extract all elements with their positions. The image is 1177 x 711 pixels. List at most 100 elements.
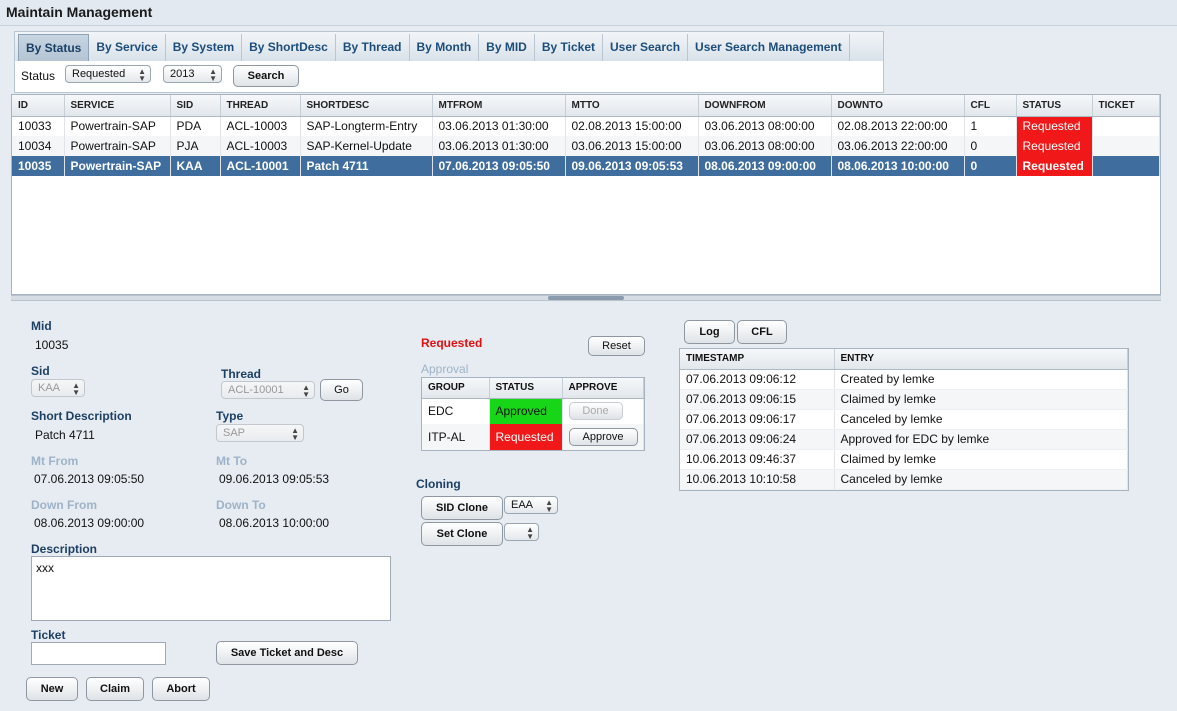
tab-by-status[interactable]: By Status xyxy=(18,34,90,61)
downfrom-value: 08.06.2013 09:00:00 xyxy=(34,516,145,530)
cell-service: Powertrain-SAP xyxy=(64,136,171,156)
approve-button[interactable]: Approve xyxy=(568,428,638,446)
cell-timestamp: 07.06.2013 09:06:15 xyxy=(680,389,835,410)
set-clone-select[interactable]: ▲ ▼ xyxy=(504,523,539,541)
status-select[interactable]: Requested ▲ ▼ xyxy=(65,65,151,83)
search-button[interactable]: Search xyxy=(233,65,299,87)
new-button[interactable]: New xyxy=(26,677,78,701)
cell-entry: Claimed by lemke xyxy=(834,389,1128,410)
mid-value: 10035 xyxy=(35,338,69,352)
select-arrows-icon: ▲ ▼ xyxy=(138,67,146,83)
cell-id: 10034 xyxy=(12,136,65,156)
cell-timestamp: 10.06.2013 09:46:37 xyxy=(680,449,835,470)
status-badge: Requested xyxy=(489,424,563,450)
tab-by-month[interactable]: By Month xyxy=(410,34,480,61)
select-arrows-icon: ▲ ▼ xyxy=(526,525,534,541)
sid-select-value: KAA xyxy=(38,382,61,394)
col-downto[interactable]: DOWNTO xyxy=(831,95,965,117)
thread-label: Thread xyxy=(221,367,262,381)
col-approve: APPROVE xyxy=(562,378,644,399)
tab-by-thread[interactable]: By Thread xyxy=(336,34,410,61)
status-badge: Requested xyxy=(1016,116,1093,136)
cell-ticket xyxy=(1092,156,1160,176)
table-row-selected[interactable]: 10035 Powertrain-SAP KAA ACL-10001 Patch… xyxy=(12,156,1160,176)
cell-entry: Created by lemke xyxy=(834,369,1128,390)
table-row[interactable]: 07.06.2013 09:06:24 Approved for EDC by l… xyxy=(680,429,1128,450)
cell-entry: Approved for EDC by lemke xyxy=(834,429,1128,450)
sid-clone-select[interactable]: EAA ▲ ▼ xyxy=(504,496,558,514)
col-sid[interactable]: SID xyxy=(170,95,221,117)
type-select[interactable]: SAP ▲ ▼ xyxy=(216,424,304,442)
approval-header-row: GROUP STATUS APPROVE xyxy=(422,378,644,399)
table-row[interactable]: 10.06.2013 10:10:58 Canceled by lemke xyxy=(680,469,1128,490)
downfrom-label: Down From xyxy=(31,498,97,512)
cell-cfl: 0 xyxy=(964,136,1017,156)
cfl-button[interactable]: CFL xyxy=(737,320,787,344)
cell-timestamp: 07.06.2013 09:06:24 xyxy=(680,429,835,450)
tab-by-system[interactable]: By System xyxy=(166,34,243,61)
col-shortdesc[interactable]: SHORTDESC xyxy=(300,95,433,117)
cell-downfrom: 03.06.2013 08:00:00 xyxy=(698,116,832,136)
description-textarea[interactable]: xxx xyxy=(31,556,391,621)
col-cfl[interactable]: CFL xyxy=(964,95,1017,117)
status-badge: Requested xyxy=(1016,136,1093,156)
col-entry[interactable]: ENTRY xyxy=(834,349,1128,370)
tab-user-search[interactable]: User Search xyxy=(603,34,689,61)
cell-timestamp: 07.06.2013 09:06:12 xyxy=(680,369,835,390)
type-select-value: SAP xyxy=(223,427,246,439)
claim-button[interactable]: Claim xyxy=(86,677,144,701)
approval-title: Approval xyxy=(421,362,469,376)
tab-by-mid[interactable]: By MID xyxy=(479,34,535,61)
thread-select[interactable]: ACL-10001 ▲ ▼ xyxy=(221,381,315,399)
log-button[interactable]: Log xyxy=(684,320,735,344)
table-row[interactable]: 10033 Powertrain-SAP PDA ACL-10003 SAP-L… xyxy=(12,116,1160,136)
col-mtfrom[interactable]: MTFROM xyxy=(432,95,566,117)
reset-button[interactable]: Reset xyxy=(588,336,645,356)
save-ticket-desc-button[interactable]: Save Ticket and Desc xyxy=(216,641,358,665)
table-row[interactable]: 10034 Powertrain-SAP PJA ACL-10003 SAP-K… xyxy=(12,136,1160,156)
tab-by-service[interactable]: By Service xyxy=(89,34,166,61)
cell-entry: Canceled by lemke xyxy=(834,409,1128,430)
tab-user-search-management[interactable]: User Search Management xyxy=(688,34,850,61)
sid-clone-button[interactable]: SID Clone xyxy=(421,496,503,520)
year-select[interactable]: 2013 ▲ ▼ xyxy=(163,65,222,83)
tab-by-shortdesc[interactable]: By ShortDesc xyxy=(242,34,336,61)
col-timestamp[interactable]: TIMESTAMP xyxy=(680,349,835,370)
status-badge: Requested xyxy=(1016,156,1093,176)
go-button[interactable]: Go xyxy=(320,379,363,401)
col-mtto[interactable]: MTTO xyxy=(565,95,699,117)
col-thread[interactable]: THREAD xyxy=(220,95,301,117)
select-arrows-icon: ▲ ▼ xyxy=(291,426,299,442)
cell-mtfrom: 07.06.2013 09:05:50 xyxy=(432,156,566,176)
tab-by-ticket[interactable]: By Ticket xyxy=(535,34,603,61)
table-row[interactable]: 07.06.2013 09:06:15 Claimed by lemke xyxy=(680,389,1128,410)
abort-button[interactable]: Abort xyxy=(152,677,210,701)
cell-approve: Approve xyxy=(562,424,644,450)
done-button[interactable]: Done xyxy=(568,402,623,421)
table-row[interactable]: 07.06.2013 09:06:12 Created by lemke xyxy=(680,369,1128,390)
cell-sid: PDA xyxy=(170,116,221,136)
cell-id: 10033 xyxy=(12,116,65,136)
splitter-grip-handle[interactable] xyxy=(548,296,624,300)
sid-select[interactable]: KAA ▲ ▼ xyxy=(31,379,85,397)
cell-thread: ACL-10003 xyxy=(220,136,301,156)
col-id[interactable]: ID xyxy=(12,95,65,117)
col-ticket[interactable]: TICKET xyxy=(1092,95,1160,117)
col-downfrom[interactable]: DOWNFROM xyxy=(698,95,832,117)
log-header-row: TIMESTAMP ENTRY xyxy=(680,349,1128,370)
ticket-input[interactable] xyxy=(31,642,166,665)
cell-mtto: 03.06.2013 15:00:00 xyxy=(565,136,699,156)
mtfrom-label: Mt From xyxy=(31,454,79,468)
search-tabs: By Status By Service By System By ShortD… xyxy=(14,31,884,61)
table-row[interactable]: 07.06.2013 09:06:17 Canceled by lemke xyxy=(680,409,1128,430)
cell-shortdesc: Patch 4711 xyxy=(300,156,433,176)
select-arrows-icon: ▲ ▼ xyxy=(302,383,310,399)
mtto-label: Mt To xyxy=(216,454,248,468)
col-service[interactable]: SERVICE xyxy=(64,95,171,117)
cell-downfrom: 03.06.2013 08:00:00 xyxy=(698,136,832,156)
col-status[interactable]: STATUS xyxy=(1016,95,1093,117)
set-clone-button[interactable]: Set Clone xyxy=(421,522,503,546)
table-row[interactable]: 10.06.2013 09:46:37 Claimed by lemke xyxy=(680,449,1128,470)
cell-sid: PJA xyxy=(170,136,221,156)
cell-downto: 02.08.2013 22:00:00 xyxy=(831,116,965,136)
